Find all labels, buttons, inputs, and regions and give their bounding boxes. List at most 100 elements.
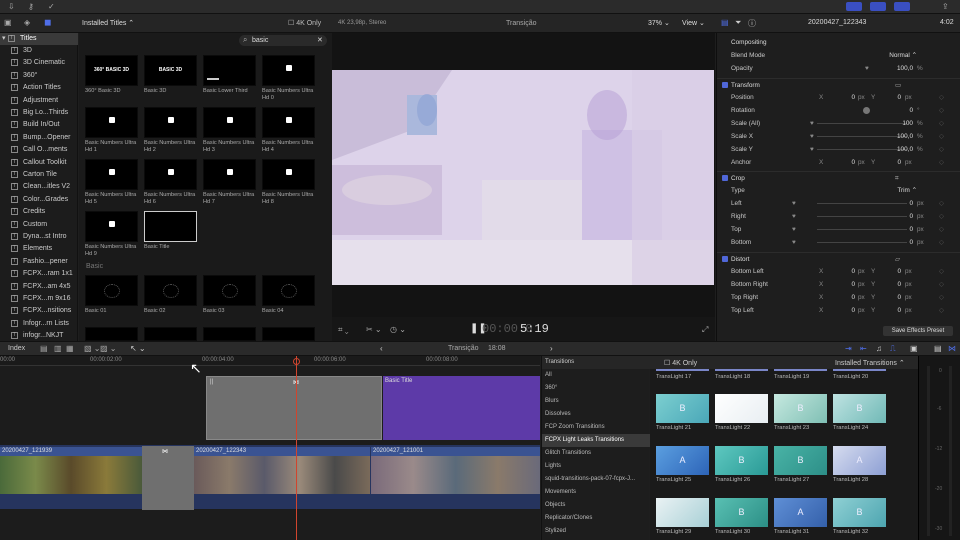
info-icon[interactable]: ⓘ xyxy=(748,18,756,29)
basic-thumbnail[interactable] xyxy=(144,275,197,306)
zoom-select[interactable]: 37% ⌄ xyxy=(648,19,670,27)
sidebar-item[interactable]: T Dyna...st Intro xyxy=(0,231,78,243)
keyframe-icon[interactable]: ◇ xyxy=(939,130,944,143)
transition-category[interactable]: FCP Zoom Transitions xyxy=(542,421,650,434)
crop-section[interactable]: Crop ⌗ xyxy=(717,171,960,184)
fullscreen-icon[interactable]: ⤢ xyxy=(702,325,708,335)
param-value[interactable]: 100 xyxy=(867,117,913,130)
x-value[interactable]: 0 xyxy=(829,278,855,291)
transition-thumbnail[interactable]: A xyxy=(774,498,827,527)
transform-tool-icon[interactable]: ✂ ⌄ xyxy=(366,325,382,334)
slider-knob[interactable]: ♥ xyxy=(792,223,796,236)
search-field[interactable]: ⌕ basic ✕ xyxy=(239,35,327,46)
title-thumbnail[interactable] xyxy=(203,55,256,86)
transition-thumbnail[interactable]: B xyxy=(833,394,886,423)
basic-thumbnail[interactable] xyxy=(203,275,256,306)
sidebar-item[interactable]: T Adjustment xyxy=(0,95,78,107)
layout-inspector-toggle[interactable] xyxy=(894,2,910,11)
transition-thumb-partial[interactable] xyxy=(715,369,768,371)
filter-icon[interactable]: ⏷ xyxy=(735,18,741,28)
clip2-header[interactable]: 20200427_122343 xyxy=(194,447,370,456)
libraries-icon[interactable]: ▣ xyxy=(4,18,12,27)
edit-mode-icon[interactable]: ▨ ⌄ xyxy=(100,344,116,353)
transition-thumbnail[interactable]: B xyxy=(833,498,886,527)
effects-browser-icon[interactable]: ▤ xyxy=(934,344,942,353)
title-thumbnail[interactable] xyxy=(144,107,197,138)
sidebar-item[interactable]: T Build In/Out xyxy=(0,119,78,131)
keyframe-icon[interactable]: ◇ xyxy=(939,210,944,223)
title-thumbnail[interactable] xyxy=(85,211,138,242)
transition-category[interactable]: Lights xyxy=(542,460,650,473)
transition-thumbnail[interactable]: B xyxy=(715,446,768,475)
transform-checkbox[interactable] xyxy=(722,82,728,88)
transition-category[interactable]: All xyxy=(542,369,650,382)
y-value[interactable]: 0 xyxy=(881,91,901,104)
basic-thumbnail-partial[interactable] xyxy=(203,327,256,341)
download-icon[interactable]: ⇩ xyxy=(8,2,15,11)
param-value[interactable]: 0 xyxy=(867,223,913,236)
sidebar-item[interactable]: T Custom xyxy=(0,219,78,231)
sidebar-item[interactable]: T Call O...ments xyxy=(0,144,78,156)
transition-thumbnail[interactable]: B xyxy=(715,498,768,527)
snapping-icon[interactable]: ⎍ xyxy=(890,344,896,354)
title-thumbnail[interactable] xyxy=(262,107,315,138)
timeline-ruler[interactable]: 00:00 00:00:02:00 00:00:04:00 00:00:06:0… xyxy=(0,356,540,366)
transitions-4k-filter[interactable]: ☐ 4K Only xyxy=(664,359,697,367)
save-effects-preset-button[interactable]: Save Effects Preset xyxy=(883,326,953,336)
layout-timeline-toggle[interactable] xyxy=(870,2,886,11)
keyframe-icon[interactable]: ◇ xyxy=(939,197,944,210)
clip3-header[interactable]: 20200427_121001 xyxy=(371,447,540,456)
x-value[interactable]: 0 xyxy=(829,91,855,104)
x-value[interactable]: 0 xyxy=(829,304,855,317)
title-thumbnail[interactable] xyxy=(144,159,197,190)
transition-category[interactable]: Replicator/Clones xyxy=(542,512,650,525)
keyframe-icon[interactable]: ◇ xyxy=(939,91,944,104)
sidebar-item[interactable]: T FCPX...am 4x5 xyxy=(0,281,78,293)
basic-thumbnail-partial[interactable] xyxy=(85,327,138,341)
title-thumbnail[interactable] xyxy=(203,107,256,138)
keyframe-icon[interactable]: ◇ xyxy=(939,291,944,304)
transition-category[interactable]: Blurs xyxy=(542,395,650,408)
index-button[interactable]: Index xyxy=(8,345,25,352)
param-value[interactable]: 100,0 xyxy=(867,130,913,143)
transition-thumbnail[interactable]: B xyxy=(774,446,827,475)
basic-thumbnail-partial[interactable] xyxy=(144,327,197,341)
transition-category[interactable]: Movements xyxy=(542,486,650,499)
title-thumbnail[interactable] xyxy=(262,159,315,190)
param-value[interactable]: 0 xyxy=(867,210,913,223)
headphones-icon[interactable]: ♫ xyxy=(876,344,882,353)
clip1-thumbnails[interactable] xyxy=(0,456,142,494)
basic-thumbnail-partial[interactable] xyxy=(262,327,315,341)
sidebar-item[interactable]: T FCPX...ram 1x1 xyxy=(0,268,78,280)
sidebar-item[interactable]: T FCPX...m 9x16 xyxy=(0,293,78,305)
speed-tool-icon[interactable]: ◷ ⌄ xyxy=(390,325,406,334)
playhead[interactable] xyxy=(296,356,297,540)
timeline[interactable]: 00:00 00:00:02:00 00:00:04:00 00:00:06:0… xyxy=(0,356,540,540)
keyframe-icon[interactable]: ◇ xyxy=(939,143,944,156)
param-value[interactable]: 100,0 xyxy=(867,143,913,156)
sidebar-item[interactable]: T Clean...itles V2 xyxy=(0,181,78,193)
keyframe-icon[interactable]: ◇ xyxy=(939,236,944,249)
title-thumbnail[interactable] xyxy=(85,107,138,138)
transition-thumb-partial[interactable] xyxy=(656,369,709,371)
transition-thumbnail[interactable]: B xyxy=(774,394,827,423)
title-thumbnail[interactable]: BASIC 3D xyxy=(144,55,197,86)
audio-skimming-icon[interactable]: ⇥ xyxy=(845,344,852,353)
slider-knob[interactable]: ♥ xyxy=(792,236,796,249)
y-value[interactable]: 0 xyxy=(881,156,901,169)
transition-clip[interactable]: ⋈ xyxy=(142,446,194,510)
titles-generators-icon[interactable]: ◼ xyxy=(44,17,51,28)
keyframe-icon[interactable]: ◇ xyxy=(939,104,944,117)
param-value[interactable]: 0 xyxy=(867,104,913,117)
transition-category[interactable]: Dissolves xyxy=(542,408,650,421)
title-thumbnail[interactable] xyxy=(203,159,256,190)
title-thumbnail[interactable] xyxy=(144,211,197,242)
connect-clip-icon[interactable]: ▤ xyxy=(40,344,48,353)
crop-tool-icon[interactable]: ⌗ ⌄ xyxy=(338,325,349,335)
layout-browser-toggle[interactable] xyxy=(846,2,862,11)
sidebar-item[interactable]: T Bump...Opener xyxy=(0,132,78,144)
sidebar-item[interactable]: T Infogr...rn Lists xyxy=(0,318,78,330)
title-thumbnail[interactable] xyxy=(262,55,315,86)
transition-category[interactable]: squid-transitions-pack-07-fcpx-J... xyxy=(542,473,650,486)
transitions-browser-icon[interactable]: ⋈ xyxy=(948,344,956,353)
